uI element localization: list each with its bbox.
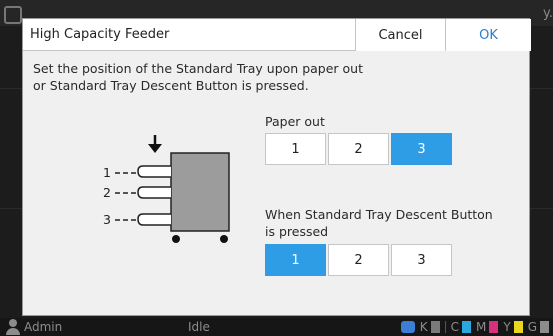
position-label-1: 1 bbox=[103, 165, 111, 180]
ink-separator bbox=[444, 321, 446, 333]
dialog-description: Set the position of the Standard Tray up… bbox=[33, 60, 393, 94]
ink-levels: K C M Y G bbox=[400, 320, 549, 334]
ink-level-c: C bbox=[451, 320, 471, 334]
status-bar: Admin Idle K C M Y G bbox=[0, 318, 553, 336]
home-icon bbox=[4, 6, 22, 24]
user-icon bbox=[6, 319, 20, 335]
status-user-label: Admin bbox=[24, 320, 63, 334]
dialog-title: High Capacity Feeder bbox=[30, 27, 170, 42]
ink-label-c: C bbox=[450, 320, 459, 334]
descent-option-3[interactable]: 3 bbox=[391, 244, 452, 276]
description-line-2: or Standard Tray Descent Button is press… bbox=[33, 78, 309, 93]
dialog-header: High Capacity Feeder Cancel OK bbox=[23, 19, 531, 51]
ink-level-y: Y bbox=[503, 320, 523, 334]
ok-button[interactable]: OK bbox=[445, 19, 531, 51]
down-arrow-icon bbox=[148, 135, 162, 153]
descent-button-label-line-2: is pressed bbox=[265, 224, 329, 239]
tray-slot-2 bbox=[115, 186, 171, 199]
ink-bar-y bbox=[513, 321, 523, 333]
ink-label-y: Y bbox=[503, 320, 511, 334]
paper-out-label: Paper out bbox=[265, 114, 325, 129]
ink-label-k: K bbox=[419, 320, 428, 334]
ink-bar-g bbox=[540, 321, 549, 333]
background-edge-text: y. bbox=[543, 6, 553, 21]
position-label-2: 2 bbox=[103, 185, 111, 200]
status-user: Admin bbox=[6, 319, 62, 335]
tray-position-diagram: 1 2 3 bbox=[103, 135, 230, 243]
descent-button-label: When Standard Tray Descent Button is pre… bbox=[265, 206, 493, 240]
descent-option-1[interactable]: 1 bbox=[265, 244, 326, 276]
cancel-button[interactable]: Cancel bbox=[355, 19, 445, 51]
wheel-left bbox=[172, 235, 180, 243]
descent-option-2[interactable]: 2 bbox=[328, 244, 389, 276]
ink-label-g: G bbox=[527, 320, 537, 334]
paper-out-option-3[interactable]: 3 bbox=[391, 133, 452, 165]
tray-body bbox=[170, 152, 230, 232]
ink-bar-c bbox=[461, 321, 471, 333]
tray-slot-1 bbox=[115, 165, 171, 178]
ink-bar-k bbox=[430, 321, 440, 333]
paper-out-option-2[interactable]: 2 bbox=[328, 133, 389, 165]
ink-drop-icon bbox=[400, 321, 415, 333]
descent-button-label-line-1: When Standard Tray Descent Button bbox=[265, 207, 493, 222]
ink-label-m: M bbox=[475, 320, 487, 334]
paper-out-selector: 1 2 3 bbox=[265, 133, 452, 165]
ink-level-k: K bbox=[420, 320, 440, 334]
wheel-right bbox=[220, 235, 228, 243]
ink-bar-m bbox=[489, 321, 499, 333]
description-line-1: Set the position of the Standard Tray up… bbox=[33, 61, 363, 76]
position-label-3: 3 bbox=[103, 212, 111, 227]
high-capacity-feeder-dialog: High Capacity Feeder Cancel OK Set the p… bbox=[22, 18, 531, 316]
status-state: Idle bbox=[188, 320, 210, 334]
ink-level-m: M bbox=[475, 320, 499, 334]
paper-out-option-1[interactable]: 1 bbox=[265, 133, 326, 165]
ink-level-g: G bbox=[528, 320, 549, 334]
descent-button-selector: 1 2 3 bbox=[265, 244, 452, 276]
tray-slot-3 bbox=[115, 213, 171, 226]
